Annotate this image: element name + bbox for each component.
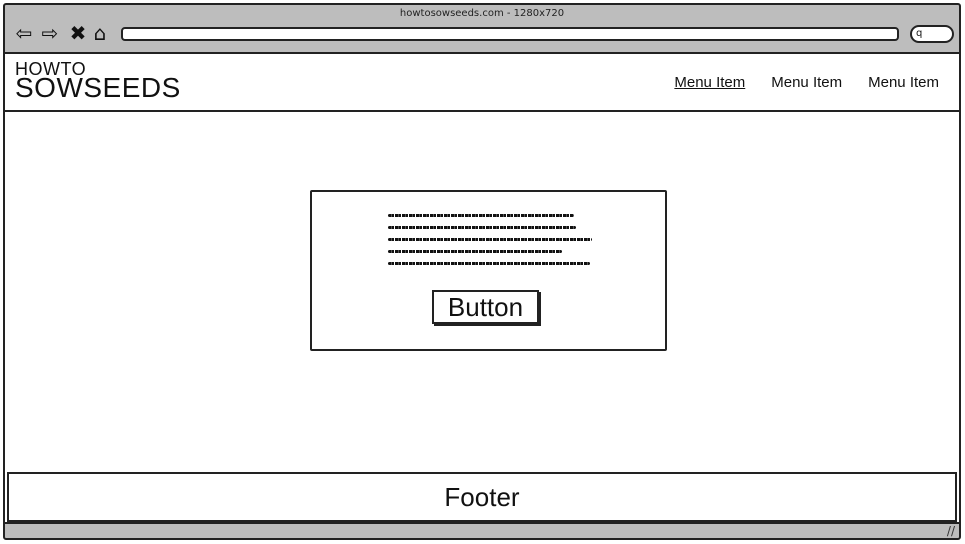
address-bar[interactable] [121, 27, 899, 41]
text-line [388, 262, 590, 265]
menu-item-3[interactable]: Menu Item [868, 74, 939, 91]
content-card: Button [310, 190, 667, 351]
home-icon[interactable]: ⌂ [89, 21, 111, 45]
menu-item-2[interactable]: Menu Item [771, 74, 842, 91]
forward-arrow-icon[interactable]: ⇨ [39, 21, 61, 45]
back-arrow-icon[interactable]: ⇦ [13, 21, 35, 45]
search-icon[interactable]: q [910, 25, 954, 43]
main-menu: Menu Item Menu Item Menu Item [674, 74, 939, 91]
text-line [388, 250, 562, 253]
menu-item-1[interactable]: Menu Item [674, 74, 745, 91]
site-footer: Footer [7, 472, 957, 522]
text-line [388, 226, 576, 229]
close-icon[interactable]: ✖ [67, 21, 89, 45]
logo-big-text: SOWSEEDS [15, 72, 181, 103]
status-bar: // [5, 524, 959, 538]
card-button[interactable]: Button [432, 290, 539, 324]
text-line [388, 214, 574, 217]
site-header: HOWTO SOWSEEDS Menu Item Menu Item Menu … [5, 54, 959, 112]
page-viewport: HOWTO SOWSEEDS Menu Item Menu Item Menu … [5, 52, 959, 524]
text-line [388, 238, 592, 241]
window-title: howtosowseeds.com - 1280x720 [399, 8, 565, 19]
placeholder-text [388, 214, 594, 274]
resize-grip-icon[interactable]: // [947, 524, 955, 538]
browser-window: howtosowseeds.com - 1280x720 ⇦ ⇨ ✖ ⌂ q H… [3, 3, 961, 540]
site-logo[interactable]: HOWTO SOWSEEDS [15, 60, 181, 102]
search-glyph: q [916, 28, 923, 39]
